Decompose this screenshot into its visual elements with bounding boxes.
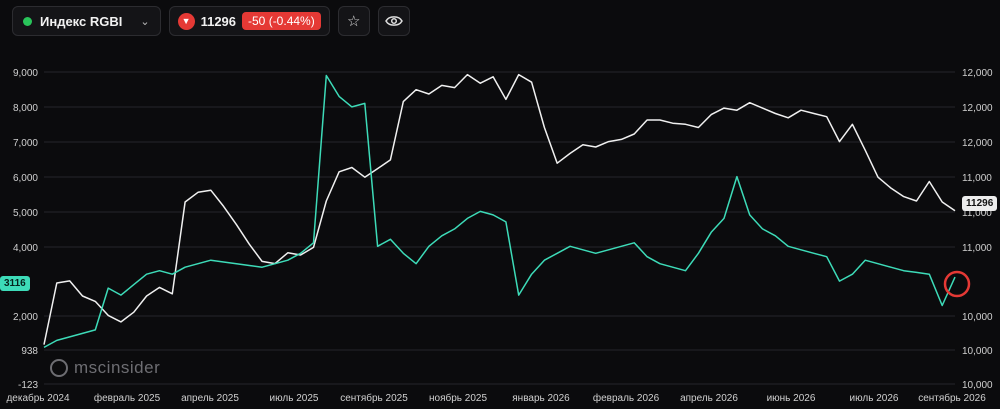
- x-tick-label: февраль 2026: [593, 392, 660, 404]
- watermark-text: mscinsider: [74, 358, 161, 377]
- right-axis-flag: 11296: [962, 196, 998, 211]
- y-left-tick-label: 9,000: [13, 68, 38, 79]
- x-tick-label: июль 2025: [270, 393, 319, 404]
- x-tick-label: февраль 2025: [94, 392, 161, 404]
- x-tick-label: ноябрь 2025: [429, 392, 487, 404]
- y-right-tick-label: 10,000: [962, 380, 993, 391]
- y-right-tick-label: 10,000: [962, 312, 993, 323]
- y-left-tick-label: 938: [21, 346, 38, 357]
- brand-logo-icon: [50, 359, 68, 377]
- x-tick-label: декабрь 2024: [6, 392, 70, 404]
- y-right-tick-label: 11,000: [962, 243, 992, 254]
- x-tick-label: апрель 2026: [680, 393, 738, 404]
- watermark: mscinsider: [50, 358, 160, 378]
- left-axis-flag: 3116: [0, 276, 30, 291]
- highlight-circle: [943, 270, 971, 298]
- x-tick-label: январь 2026: [512, 393, 570, 404]
- y-right-tick-label: 11,000: [962, 173, 992, 184]
- y-left-tick-label: 6,000: [13, 173, 38, 184]
- y-right-tick-label: 12,000: [962, 68, 993, 79]
- y-left-tick-label: 7,000: [13, 138, 38, 149]
- y-left-tick-label: 5,000: [13, 208, 38, 219]
- x-tick-label: сентябрь 2026: [918, 392, 986, 404]
- series-line-teal: [43, 74, 956, 349]
- y-right-tick-label: 12,000: [962, 138, 993, 149]
- y-right-tick-label: 12,000: [962, 103, 993, 114]
- y-left-tick-label: 8,000: [13, 103, 38, 114]
- y-right-tick-label: 10,000: [962, 346, 993, 357]
- x-tick-label: июнь 2026: [767, 393, 816, 404]
- y-left-tick-label: 2,000: [13, 312, 38, 323]
- x-tick-label: апрель 2025: [181, 393, 239, 404]
- y-left-tick-label: 4,000: [13, 243, 38, 254]
- x-tick-label: сентябрь 2025: [340, 392, 408, 404]
- series-line-white: [43, 73, 956, 345]
- x-tick-label: июль 2026: [850, 393, 899, 404]
- y-left-tick-label: -123: [18, 380, 38, 391]
- line-chart: 9,000 8,000 7,000 6,000 5,000 4,000 2,000 938 -1…: [6, 68, 993, 404]
